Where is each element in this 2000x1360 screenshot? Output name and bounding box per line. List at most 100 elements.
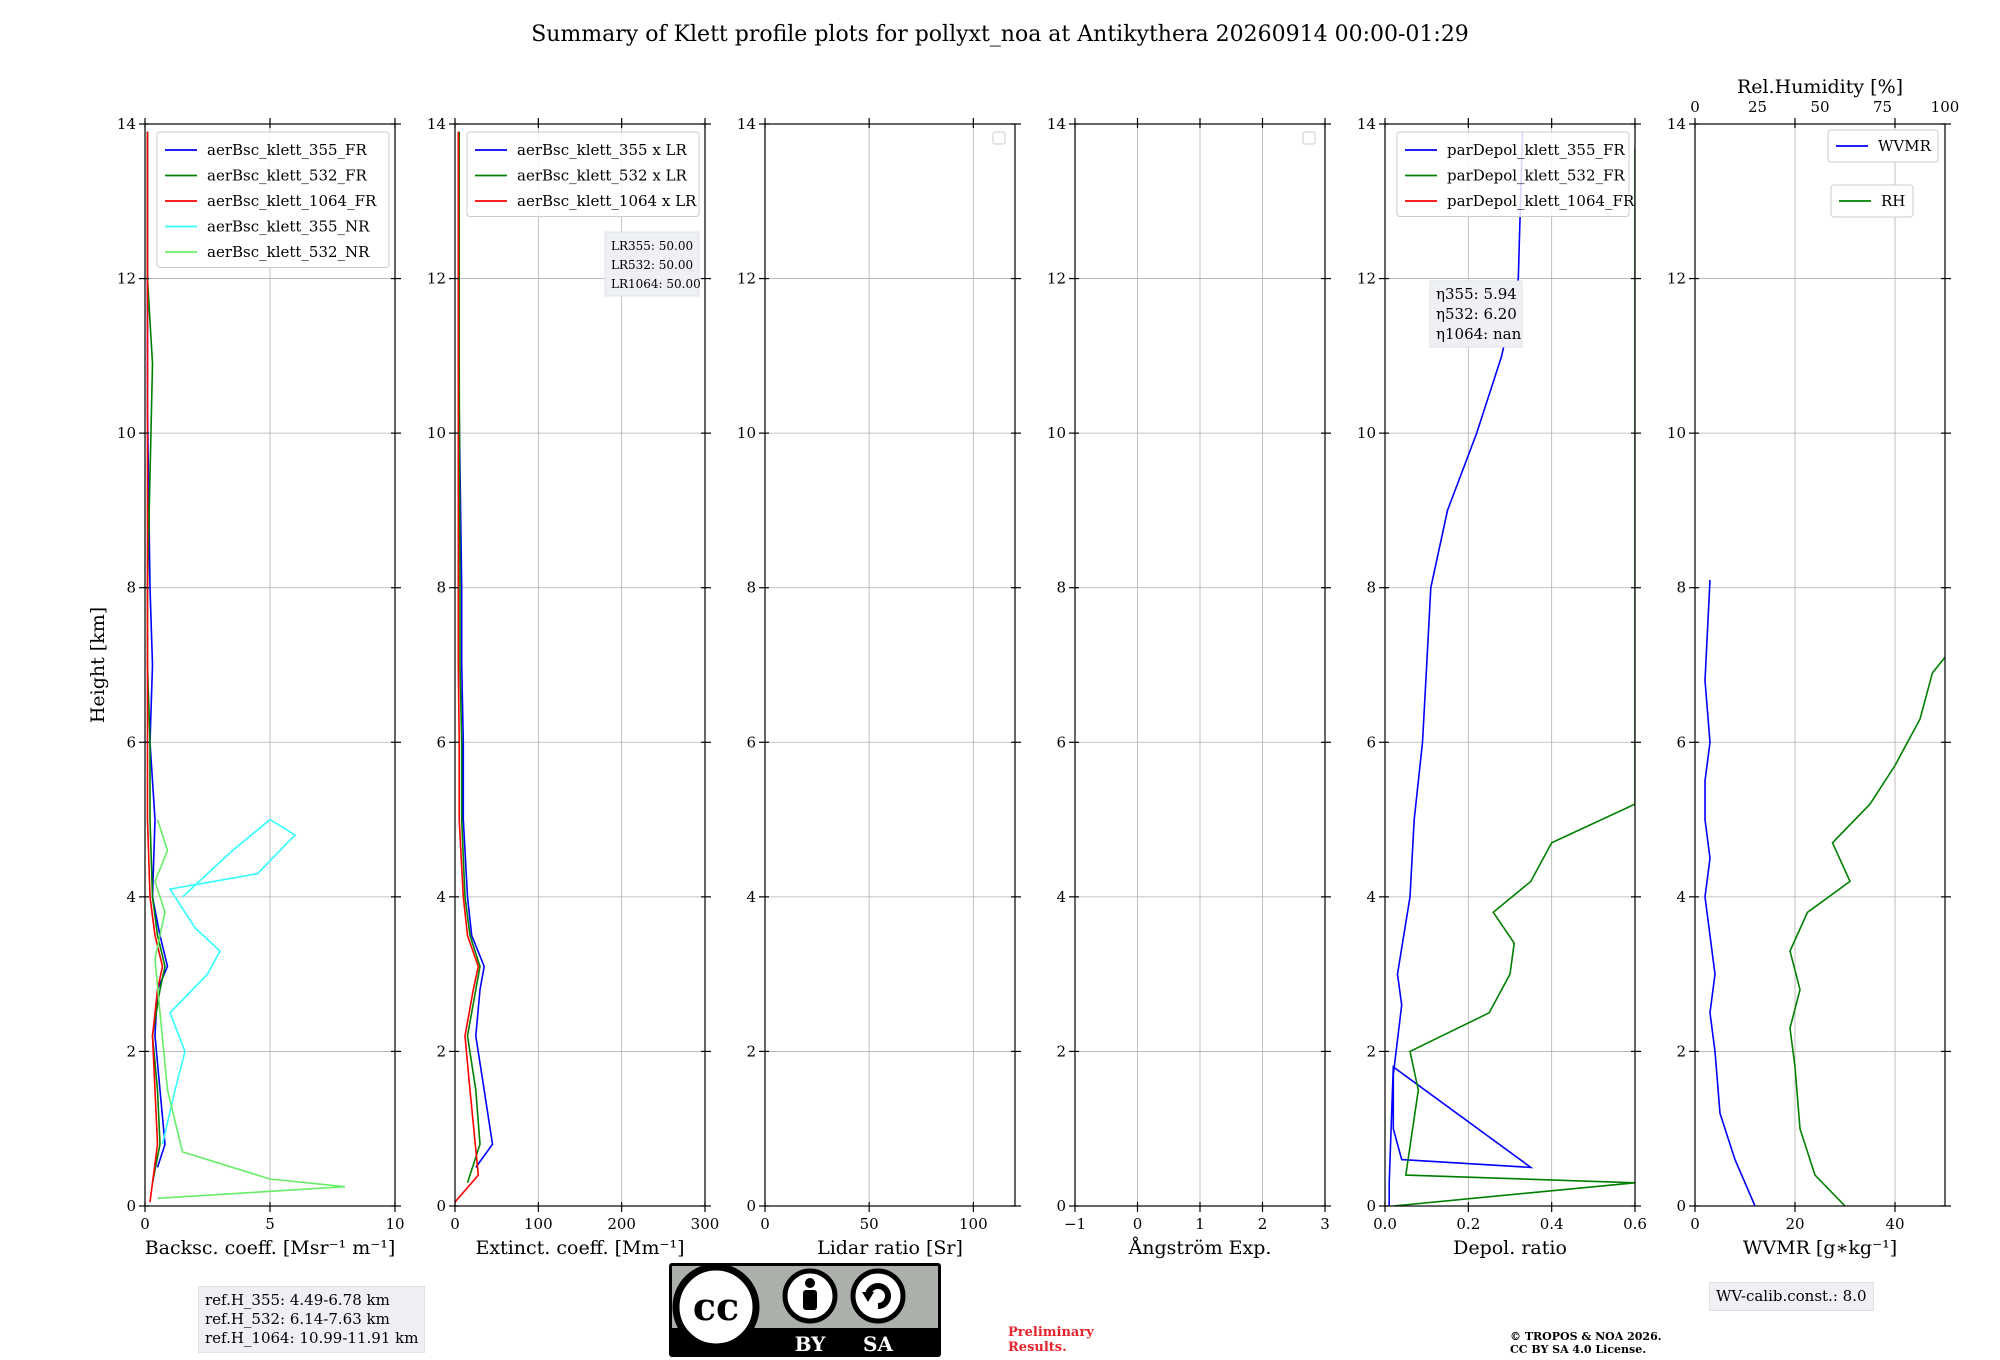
panel-bsc: 0 2 4 6 8 10 12 14 0 5 10 Backsc. coeff. [Msr⁻¹ m⁻¹… <box>117 115 405 1259</box>
x-tick-label: 100 <box>959 1215 988 1233</box>
legend-entry: parDepol_klett_532_FR <box>1447 167 1625 185</box>
y-tick-label: 10 <box>1047 424 1066 442</box>
y-tick-label: 8 <box>1366 579 1376 597</box>
x-axis-label-wv: WVMR [g∗kg⁻¹] <box>1743 1237 1897 1259</box>
ref-height-1064: ref.H_1064: 10.99-11.91 km <box>205 1329 419 1347</box>
rh-tick-label: 75 <box>1873 98 1892 116</box>
y-tick-label: 10 <box>117 424 136 442</box>
rh-tick-label: 25 <box>1748 98 1767 116</box>
y-tick-label: 0 <box>1056 1197 1066 1215</box>
legend-entry: aerBsc_klett_532 x LR <box>517 167 688 185</box>
y-tick-label: 12 <box>1667 270 1686 288</box>
y-tick-label: 2 <box>746 1042 756 1060</box>
y-tick-label: 8 <box>126 579 136 597</box>
y-tick-label: 14 <box>1667 115 1686 133</box>
y-tick-label: 10 <box>1357 424 1376 442</box>
x-tick-label: −1 <box>1064 1215 1086 1233</box>
y-tick-label: 4 <box>1676 888 1686 906</box>
x-tick-label: 0 <box>1690 1215 1700 1233</box>
y-tick-label: 14 <box>117 115 136 133</box>
legend-entry: aerBsc_klett_532_FR <box>207 167 367 185</box>
y-tick-label: 8 <box>1676 579 1686 597</box>
y-tick-label: 4 <box>1056 888 1066 906</box>
lidar-ratio-value: LR532: 50.00 <box>611 258 693 272</box>
y-axis-label: Height [km] <box>87 607 109 723</box>
x-axis-label-ang: Ångström Exp. <box>1128 1237 1272 1259</box>
y-tick-label: 0 <box>436 1197 446 1215</box>
y-tick-label: 0 <box>126 1197 136 1215</box>
legend-entry: parDepol_klett_1064_FR <box>1447 192 1635 210</box>
x-tick-label: 0.2 <box>1456 1215 1480 1233</box>
y-tick-label: 4 <box>126 888 136 906</box>
copyright-line-2: CC BY SA 4.0 License. <box>1510 1343 1647 1356</box>
panel-ext: 0 2 4 6 8 10 12 14 0 100 200 300 Extinct. coeff. [Mm… <box>427 115 719 1259</box>
y-tick-label: 12 <box>1047 270 1066 288</box>
x-tick-label: 0.4 <box>1540 1215 1564 1233</box>
cc-sa-label: SA <box>863 1332 893 1356</box>
y-tick-label: 6 <box>1056 733 1066 751</box>
copyright-note: © TROPOS & NOA 2026. CC BY SA 4.0 Licens… <box>1510 1330 1662 1356</box>
y-tick-label: 6 <box>436 733 446 751</box>
x-tick-label: 0 <box>760 1215 770 1233</box>
wv-calib-box: WV-calib.const.: 8.0 <box>1709 1282 1874 1311</box>
y-tick-label: 10 <box>427 424 446 442</box>
series-rh <box>1789 656 1945 1206</box>
x-tick-label: 10 <box>385 1215 404 1233</box>
y-tick-label: 12 <box>427 270 446 288</box>
series-wvmr <box>1704 579 1756 1206</box>
x-axis-label-lr: Lidar ratio [Sr] <box>817 1237 963 1259</box>
x-tick-label: 0.6 <box>1623 1215 1647 1233</box>
y-tick-label: 4 <box>436 888 446 906</box>
empty-legend-box <box>1302 131 1316 145</box>
y-tick-label: 2 <box>1366 1042 1376 1060</box>
x-tick-label: 3 <box>1320 1215 1330 1233</box>
legend-entry: aerBsc_klett_355_NR <box>207 218 370 236</box>
y-tick-label: 6 <box>1366 733 1376 751</box>
x-tick-label: 300 <box>691 1215 720 1233</box>
series-aerbsc-klett-1064-x-lr <box>455 131 480 1203</box>
y-tick-label: 14 <box>1047 115 1066 133</box>
x-tick-label: 0 <box>450 1215 460 1233</box>
plot-frame <box>1694 123 1946 1207</box>
rh-tick-label: 0 <box>1690 98 1700 116</box>
panel-wv: 024681012140 20 40WVMR [g∗kg⁻¹]0 25 50 75 100R… <box>1667 76 1959 1259</box>
x-axis-label-bsc: Backsc. coeff. [Msr⁻¹ m⁻¹] <box>145 1237 396 1259</box>
panel-ang: 02468101214−1 0 1 2 3Ångström Exp. <box>1047 115 1331 1259</box>
y-tick-label: 0 <box>1676 1197 1686 1215</box>
y-tick-label: 6 <box>1676 733 1686 751</box>
x-tick-label: 5 <box>265 1215 275 1233</box>
preliminary-line-1: Preliminary <box>1008 1325 1094 1340</box>
x-tick-label: 0.0 <box>1373 1215 1397 1233</box>
y-tick-label: 8 <box>746 579 756 597</box>
x-tick-label: 1 <box>1195 1215 1205 1233</box>
series-aerbsc-klett-355-fr <box>146 131 169 1168</box>
lidar-ratio-value: LR355: 50.00 <box>611 239 693 253</box>
preliminary-line-2: Results. <box>1008 1340 1067 1355</box>
y-tick-label: 10 <box>737 424 756 442</box>
y-tick-label: 0 <box>746 1197 756 1215</box>
y-tick-label: 14 <box>1357 115 1376 133</box>
preliminary-note: Preliminary Results. <box>1008 1325 1094 1355</box>
y-tick-label: 8 <box>436 579 446 597</box>
y-tick-label: 14 <box>737 115 756 133</box>
empty-legend-box <box>992 131 1006 145</box>
legend-entry: aerBsc_klett_532_NR <box>207 243 370 261</box>
x-tick-label: 100 <box>524 1215 553 1233</box>
y-tick-label: 2 <box>1676 1042 1686 1060</box>
y-tick-label: 12 <box>1357 270 1376 288</box>
wv-calib-text: WV-calib.const.: 8.0 <box>1716 1287 1867 1305</box>
x-tick-label: 200 <box>607 1215 636 1233</box>
legend-entry: aerBsc_klett_1064_FR <box>207 192 377 210</box>
x-tick-label: 0 <box>140 1215 150 1233</box>
y-tick-label: 12 <box>737 270 756 288</box>
x-tick-label: 0 <box>1133 1215 1143 1233</box>
series-aerbsc-klett-532-nr <box>154 819 346 1200</box>
profile-figure: Height [km]024681012140 5 10Backsc. coeff.… <box>87 76 1959 1259</box>
y-tick-label: 4 <box>1366 888 1376 906</box>
panel-lr: 0 2 4 6 8 10 12 14 0 50 100 Lidar ratio [Sr] <box>737 115 1021 1259</box>
y-tick-label: 14 <box>427 115 446 133</box>
plot-frame <box>764 123 1016 1207</box>
legend-entry-wvmr: WVMR <box>1878 137 1932 155</box>
x-axis-label-dep: Depol. ratio <box>1453 1237 1567 1259</box>
rh-axis-label: Rel.Humidity [%] <box>1737 76 1903 98</box>
